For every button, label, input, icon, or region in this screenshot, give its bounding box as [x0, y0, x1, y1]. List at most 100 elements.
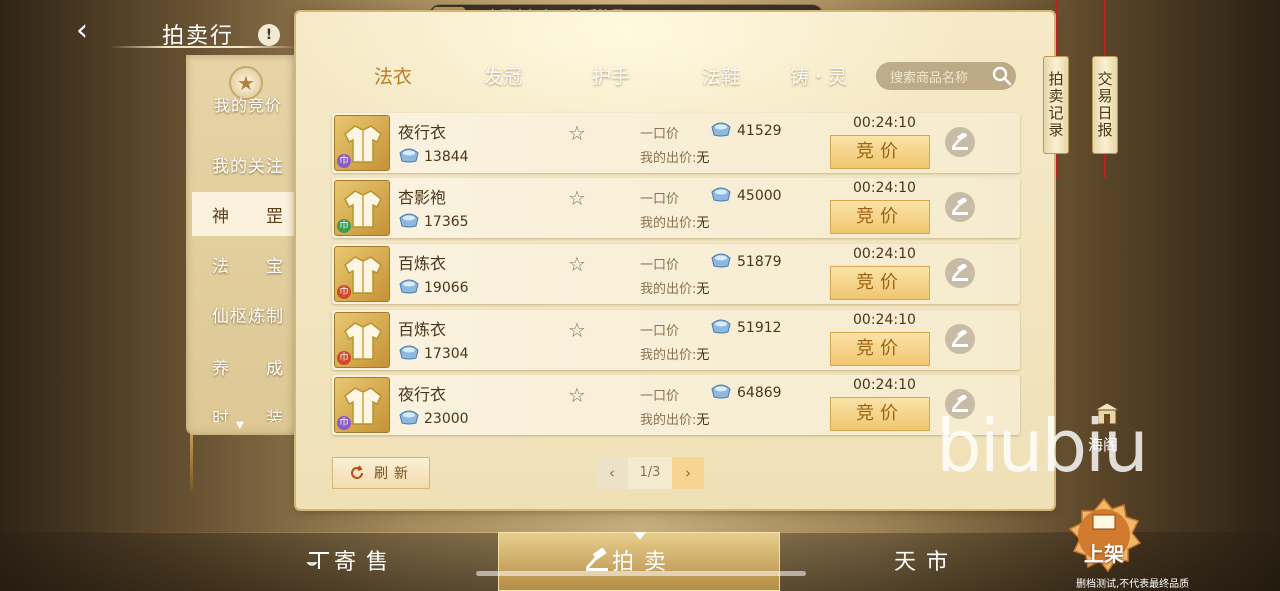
buyout-price: 51879: [710, 252, 782, 272]
nav-yangcheng[interactable]: 养成: [192, 344, 304, 388]
item-thumbnail[interactable]: 巾: [334, 377, 390, 433]
item-thumbnail[interactable]: 巾: [334, 312, 390, 368]
tab-forge[interactable]: 铸・灵: [790, 62, 864, 89]
favorite-star-icon[interactable]: ☆: [568, 252, 586, 276]
nav-fabao[interactable]: 法宝: [192, 242, 304, 286]
item-row[interactable]: 巾 夜行衣 23000 ☆ 一口价 我的出价:无 64869 00:24:10 竞价: [332, 375, 1020, 435]
my-bid-value: 无: [696, 348, 710, 363]
next-page-button[interactable]: ›: [672, 457, 704, 489]
prev-page-button[interactable]: ‹: [596, 457, 628, 489]
silver-icon: [398, 212, 420, 232]
bottom-tab-consign[interactable]: 寄售: [306, 544, 398, 576]
bid-button[interactable]: 竞价: [830, 332, 930, 366]
tab-crown[interactable]: 发冠: [484, 62, 522, 89]
tab-robe[interactable]: 法衣: [374, 62, 412, 89]
tab-gloves[interactable]: 护手: [592, 62, 630, 89]
my-bid-label: 我的出价:无: [640, 212, 709, 231]
gavel-icon[interactable]: [945, 192, 975, 222]
favorite-star-icon[interactable]: ☆: [568, 318, 586, 342]
bid-button[interactable]: 竞价: [830, 200, 930, 234]
refresh-button[interactable]: 刷新: [332, 457, 430, 489]
countdown-timer: 00:24:10: [853, 377, 916, 393]
scroll-down-icon[interactable]: ▼: [236, 420, 244, 431]
buyout-price-value: 41529: [737, 123, 782, 139]
gavel-icon[interactable]: [945, 127, 975, 157]
nav-my-follows[interactable]: 我的关注: [192, 142, 304, 186]
bid-button[interactable]: 竞价: [830, 266, 930, 300]
bid-button[interactable]: 竞价: [830, 397, 930, 431]
info-icon[interactable]: !: [258, 24, 280, 46]
item-row[interactable]: 巾 百炼衣 19066 ☆ 一口价 我的出价:无 51879 00:24:10 竞价: [332, 244, 1020, 304]
silver-icon: [398, 409, 420, 429]
buyout-price: 45000: [710, 186, 782, 206]
item-thumbnail[interactable]: 巾: [334, 180, 390, 236]
current-price-value: 17304: [424, 346, 469, 362]
my-bid-label-text: 我的出价:: [640, 282, 697, 297]
quality-gem-icon: 巾: [337, 285, 351, 299]
watermark: biubiu: [936, 404, 1149, 488]
current-price: 23000: [398, 409, 469, 429]
silver-icon: [710, 252, 732, 272]
current-price: 19066: [398, 278, 469, 298]
buyout-price: 41529: [710, 121, 782, 141]
item-row[interactable]: 巾 百炼衣 17304 ☆ 一口价 我的出价:无 51912 00:24:10 竞价: [332, 310, 1020, 370]
my-bid-label-text: 我的出价:: [640, 348, 697, 363]
nav-my-bids[interactable]: 我的竞价: [192, 82, 304, 126]
tab-shoes[interactable]: 法鞋: [702, 62, 740, 89]
page-indicator: 1/3: [628, 457, 672, 489]
favorite-star-icon[interactable]: ☆: [568, 121, 586, 145]
my-bid-label: 我的出价:无: [640, 278, 709, 297]
item-thumbnail[interactable]: 巾: [334, 246, 390, 302]
active-tab-marker-icon: [634, 532, 646, 540]
auction-record-button[interactable]: 拍卖记录: [1043, 56, 1069, 154]
countdown-timer: 00:24:10: [853, 246, 916, 262]
item-name: 夜行衣: [398, 123, 447, 142]
gavel-icon[interactable]: [945, 324, 975, 354]
nav-shizhuang[interactable]: 时装: [192, 392, 304, 422]
bottom-tab-consign-label: 寄售: [334, 550, 399, 575]
my-bid-label-text: 我的出价:: [640, 151, 697, 166]
search-icon[interactable]: [990, 64, 1014, 88]
nav-xianshu[interactable]: 仙枢炼制: [192, 292, 304, 336]
silver-icon: [398, 147, 420, 167]
favorite-star-icon[interactable]: ☆: [568, 186, 586, 210]
my-bid-label: 我的出价:无: [640, 409, 709, 428]
item-name: 夜行衣: [398, 385, 447, 404]
rope-right: [1104, 0, 1106, 56]
silver-icon: [398, 278, 420, 298]
current-price: 13844: [398, 147, 469, 167]
bottom-tab-market[interactable]: 天市: [894, 544, 958, 576]
search-placeholder: 搜索商品名称: [890, 70, 969, 86]
refresh-label: 刷新: [374, 466, 414, 482]
nav-shengang[interactable]: 神罡: [192, 192, 304, 236]
item-row[interactable]: 巾 杏影袍 17365 ☆ 一口价 我的出价:无 45000 00:24:10 竞价: [332, 178, 1020, 238]
my-bid-label: 我的出价:无: [640, 344, 709, 363]
silver-icon: [710, 121, 732, 141]
disclaimer-text: 删档测试,不代表最终品质: [1076, 579, 1190, 590]
left-tassel: [190, 430, 193, 490]
gavel-icon[interactable]: [945, 258, 975, 288]
favorite-star-icon[interactable]: ☆: [568, 383, 586, 407]
buyout-price-value: 51879: [737, 254, 782, 270]
item-row[interactable]: 巾 夜行衣 13844 ☆ 一口价 我的出价:无 41529 00:24:10 竞价: [332, 113, 1020, 173]
back-icon[interactable]: ‹: [66, 16, 98, 48]
countdown-timer: 00:24:10: [853, 115, 916, 131]
scale-icon: [306, 552, 329, 569]
buyout-price-value: 51912: [737, 320, 782, 336]
nav-shizhuang-label: 时装: [212, 409, 284, 422]
item-thumbnail[interactable]: 巾: [334, 115, 390, 171]
current-price: 17365: [398, 212, 469, 232]
title-divider: [110, 46, 300, 48]
quality-gem-icon: 巾: [337, 416, 351, 430]
nav-fabao-label: 法宝: [212, 256, 284, 277]
buyout-price: 64869: [710, 383, 782, 403]
trade-daily-button[interactable]: 交易日报: [1092, 56, 1118, 154]
current-price-value: 23000: [424, 411, 469, 427]
quality-gem-icon: 巾: [337, 154, 351, 168]
buyout-label: 一口价: [640, 324, 680, 339]
bid-button[interactable]: 竞价: [830, 135, 930, 169]
silver-icon: [710, 383, 732, 403]
current-price-value: 19066: [424, 280, 469, 296]
buyout-label: 一口价: [640, 192, 680, 207]
item-name: 百炼衣: [398, 320, 447, 339]
